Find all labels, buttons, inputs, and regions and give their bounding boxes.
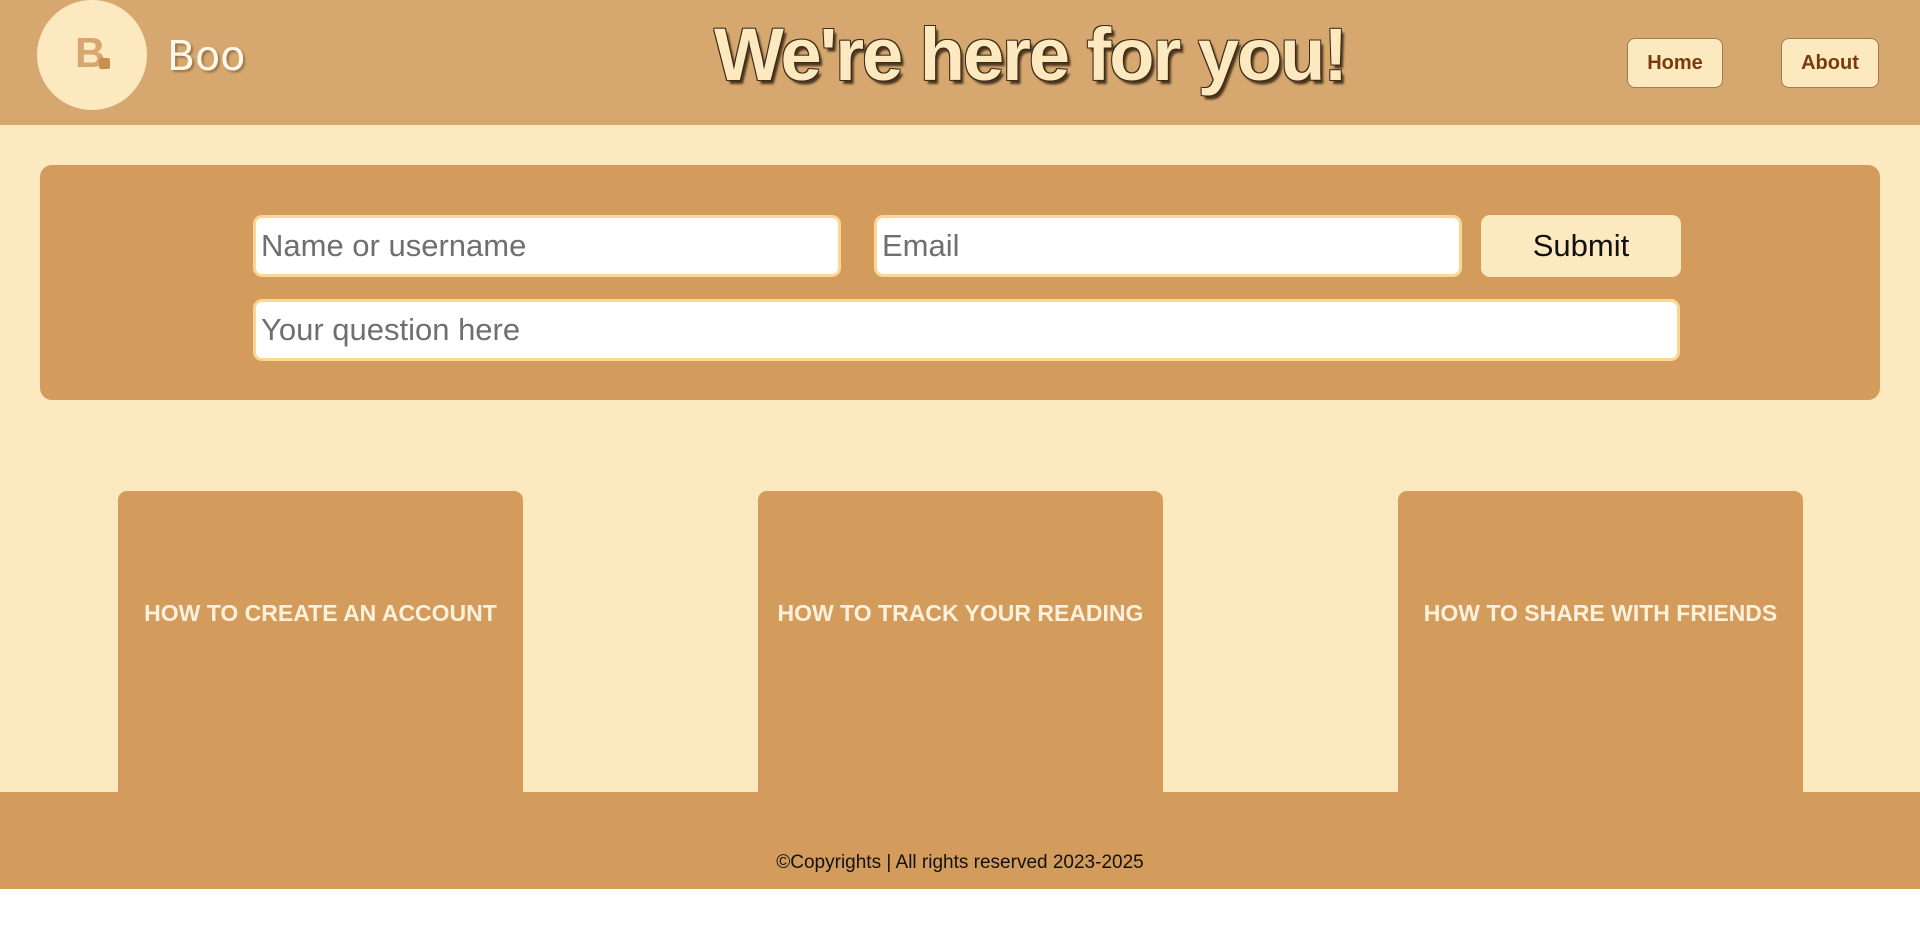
- email-input[interactable]: [874, 215, 1462, 277]
- submit-button[interactable]: Submit: [1481, 215, 1681, 277]
- copyright-text: ©Copyrights | All rights reserved 2023-2…: [776, 852, 1144, 873]
- help-card-label: HOW TO SHARE WITH FRIENDS: [1423, 600, 1778, 626]
- nav-home-button[interactable]: Home: [1627, 38, 1723, 88]
- site-footer: ©Copyrights | All rights reserved 2023-2…: [0, 792, 1920, 889]
- question-form: Submit: [40, 165, 1880, 400]
- help-card-label: HOW TO TRACK YOUR READING: [777, 600, 1144, 626]
- nav-about-button[interactable]: About: [1781, 38, 1879, 88]
- help-card-create-account[interactable]: HOW TO CREATE AN ACCOUNT: [118, 491, 523, 792]
- help-card-track-reading[interactable]: HOW TO TRACK YOUR READING: [758, 491, 1163, 792]
- help-card-label: HOW TO CREATE AN ACCOUNT: [144, 600, 497, 626]
- help-card-share-friends[interactable]: HOW TO SHARE WITH FRIENDS: [1398, 491, 1803, 792]
- site-header: B Boo We're here for you! Home About: [0, 0, 1920, 125]
- main-content: Submit HOW TO CREATE AN ACCOUNT HOW TO T…: [0, 125, 1920, 792]
- question-input[interactable]: [253, 299, 1680, 361]
- name-input[interactable]: [253, 215, 841, 277]
